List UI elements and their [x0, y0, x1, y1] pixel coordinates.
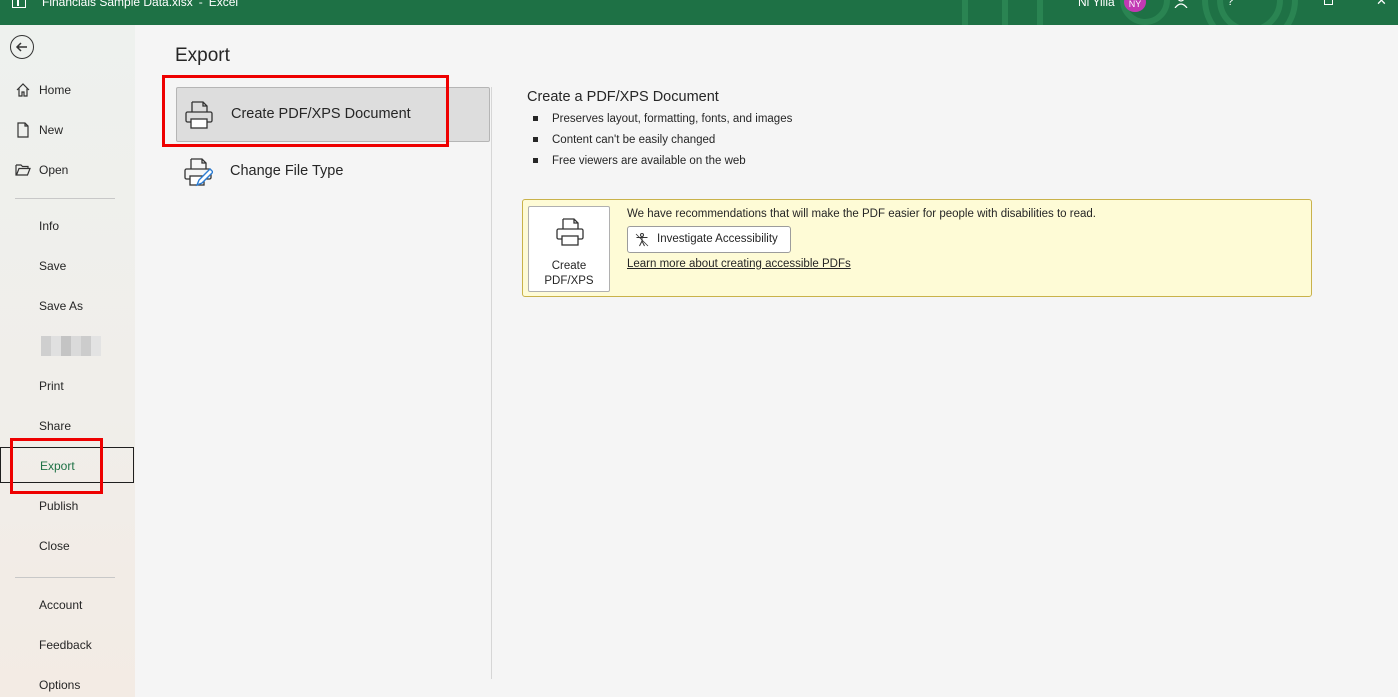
nav-item-label: Home	[39, 83, 72, 97]
panel-divider	[491, 87, 492, 679]
page-title: Export	[175, 45, 230, 66]
back-arrow-icon	[15, 42, 27, 52]
list-item: Free viewers are available on the web	[533, 153, 792, 174]
nav-item-share[interactable]: Share	[0, 408, 135, 444]
nav-item-label: Close	[39, 539, 70, 553]
file-name: Financials Sample Data.xlsx	[42, 0, 193, 9]
nav-item-info[interactable]: Info	[0, 208, 135, 244]
title-bar: Financials Sample Data.xlsx - Excel Ni Yil…	[0, 0, 1398, 25]
option-label: Create PDF/XPS Document	[231, 106, 411, 122]
change-file-type-icon	[184, 158, 213, 187]
pdf-xps-document-icon	[556, 218, 584, 246]
list-item: Preserves layout, formatting, fonts, and…	[533, 111, 792, 132]
person-icon[interactable]	[1174, 0, 1190, 8]
user-name[interactable]: Ni Yilia	[1078, 0, 1115, 9]
investigate-label: Investigate Accessibility	[657, 233, 778, 245]
nav-divider	[15, 198, 115, 199]
create-pdf-xps-option[interactable]: Create PDF/XPS Document	[176, 87, 490, 142]
nav-item-label: New	[39, 123, 64, 137]
close-window-icon[interactable]: ✕	[1376, 0, 1387, 9]
nav-item-label: Save	[39, 259, 67, 273]
redacted-nav-item[interactable]	[41, 336, 101, 356]
nav-item-label: Open	[39, 163, 69, 177]
title-separator: -	[198, 0, 203, 9]
back-button[interactable]	[10, 35, 34, 59]
nav-item-feedback[interactable]: Feedback	[0, 627, 135, 663]
create-pdf-xps-button[interactable]: Create PDF/XPS	[528, 206, 610, 292]
nav-item-options[interactable]: Options	[0, 667, 135, 697]
create-button-line1: Create	[551, 260, 587, 272]
option-label: Change File Type	[230, 163, 344, 179]
learn-more-link[interactable]: Learn more about creating accessible PDF…	[627, 258, 851, 270]
nav-item-account[interactable]: Account	[0, 587, 135, 623]
nav-item-export[interactable]: Export	[0, 447, 134, 483]
create-button-line2: PDF/XPS	[544, 275, 594, 287]
nav-item-label: Share	[39, 419, 72, 433]
nav-item-save[interactable]: Save	[0, 248, 135, 284]
notice-message: We have recommendations that will make t…	[627, 208, 1096, 220]
nav-item-home[interactable]: Home	[0, 72, 135, 108]
restore-window-icon[interactable]	[1324, 0, 1333, 5]
nav-item-label: Account	[39, 598, 83, 612]
nav-item-label: Publish	[39, 499, 79, 513]
nav-item-publish[interactable]: Publish	[0, 488, 135, 524]
nav-item-save-as[interactable]: Save As	[0, 288, 135, 324]
help-icon[interactable]: ?	[1227, 0, 1234, 8]
nav-item-close[interactable]: Close	[0, 528, 135, 564]
accessibility-notice: Create PDF/XPS We have recommendations t…	[522, 199, 1312, 297]
list-item: Content can't be easily changed	[533, 132, 792, 153]
home-icon	[16, 83, 30, 97]
nav-item-open[interactable]: Open	[0, 152, 135, 188]
nav-item-label: Feedback	[39, 638, 92, 652]
folder-open-icon	[15, 164, 31, 176]
nav-item-label: Options	[39, 678, 81, 692]
detail-title: Create a PDF/XPS Document	[527, 89, 719, 105]
app-name: Excel	[208, 0, 239, 9]
change-file-type-option[interactable]: Change File Type	[176, 145, 490, 200]
window-title: Financials Sample Data.xlsx - Excel	[42, 0, 238, 9]
new-file-icon	[17, 122, 29, 138]
excel-grid-icon	[12, 0, 26, 8]
feature-list: Preserves layout, formatting, fonts, and…	[533, 111, 792, 174]
nav-divider	[15, 577, 115, 578]
backstage-nav: Home New Open Info Save Save As Print Sh…	[0, 25, 135, 697]
nav-item-new[interactable]: New	[0, 112, 135, 148]
investigate-accessibility-button[interactable]: Investigate Accessibility	[627, 226, 791, 253]
nav-item-label: Print	[39, 379, 64, 393]
nav-item-print[interactable]: Print	[0, 368, 135, 404]
nav-item-label: Save As	[39, 299, 84, 313]
accessibility-icon	[635, 233, 649, 247]
create-button-label: Create PDF/XPS	[529, 259, 609, 289]
nav-item-label: Info	[39, 219, 60, 233]
nav-item-label: Export	[40, 459, 75, 473]
pdf-xps-document-icon	[185, 101, 213, 129]
